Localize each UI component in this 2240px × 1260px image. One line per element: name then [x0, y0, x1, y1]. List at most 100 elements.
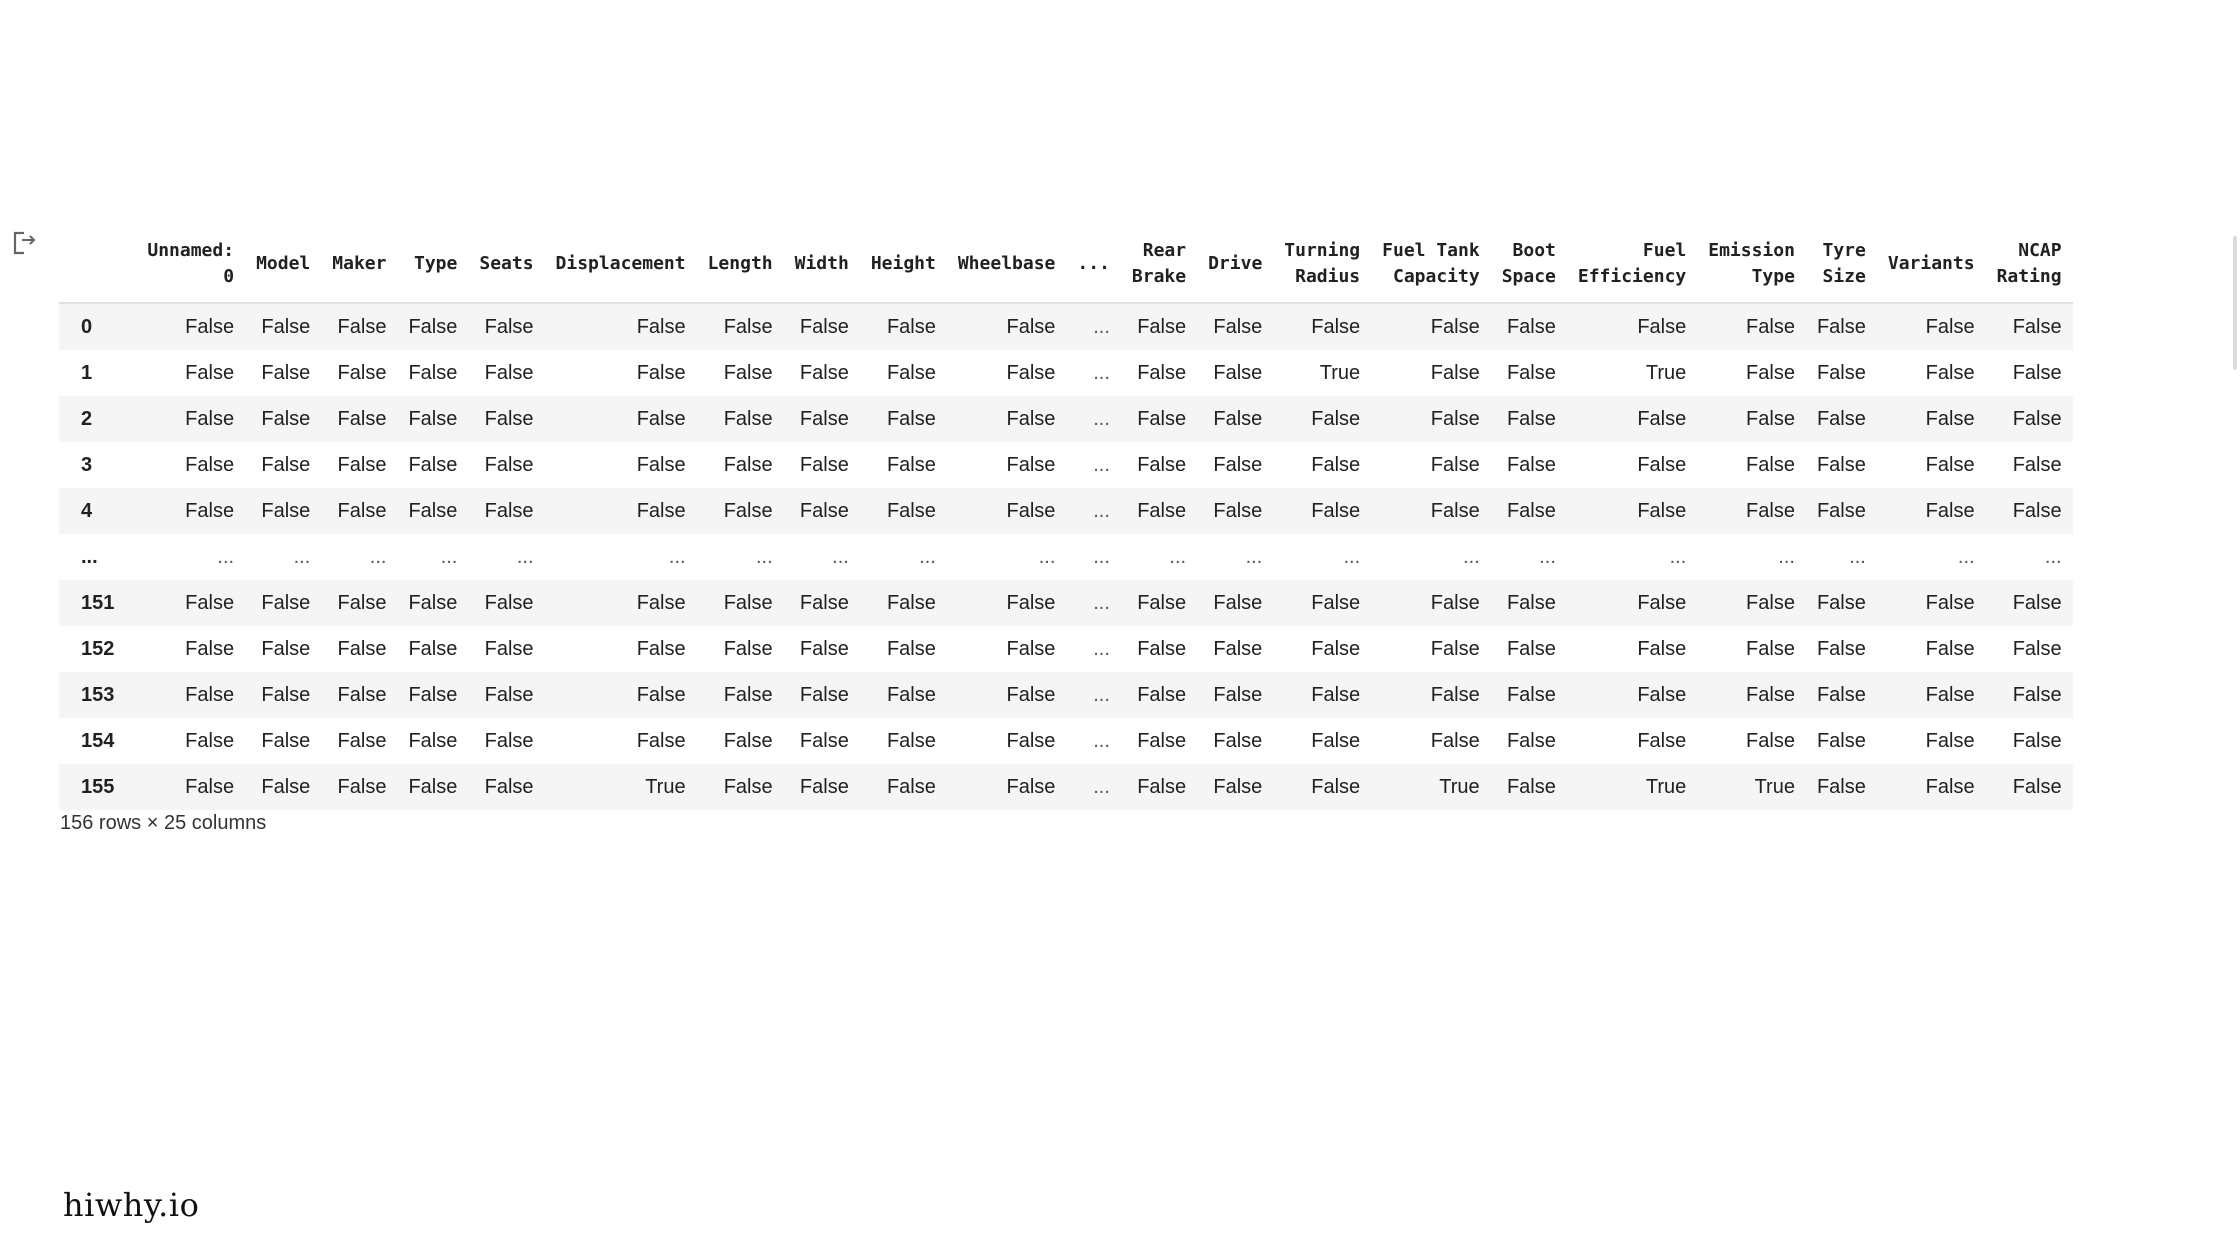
column-header: Model: [245, 232, 322, 304]
table-cell: False: [1637, 454, 1687, 476]
table-cell: ...: [1169, 546, 1187, 568]
table-cell: False: [1311, 454, 1361, 476]
table-cell: False: [799, 592, 849, 614]
table-cell: False: [1213, 592, 1263, 614]
table-cell: False: [723, 638, 773, 660]
table-cell: False: [1637, 316, 1687, 338]
column-header: Rear Brake: [1120, 232, 1198, 304]
column-header: Boot Space: [1490, 232, 1567, 304]
table-cell: ...: [1093, 592, 1110, 614]
column-header: Fuel Efficiency: [1566, 232, 1698, 304]
column-header-label: Wheelbase: [957, 253, 1056, 274]
table-cell: False: [1506, 776, 1556, 798]
table-cell: False: [1506, 316, 1556, 338]
column-header: Height: [859, 232, 947, 304]
column-header: Seats: [468, 232, 545, 304]
column-header-label: Capacity: [1392, 266, 1480, 287]
table-cell: False: [1430, 684, 1480, 706]
column-header-label: Drive: [1208, 253, 1263, 274]
dataframe-table: Unnamed: 0 Model Maker Type Seats Displacement…: [59, 232, 2073, 810]
table-cell: False: [1925, 316, 1975, 338]
table-cell: ...: [1957, 546, 1975, 568]
table-cell: False: [261, 638, 311, 660]
table-row: 2 False False False False False False False Fals…: [59, 396, 2073, 442]
column-header-label: Turning: [1284, 240, 1361, 261]
table-cell: False: [185, 638, 235, 660]
table-cell: False: [484, 500, 534, 522]
table-cell: False: [1311, 592, 1361, 614]
column-header: Unnamed: 0: [136, 232, 246, 304]
table-cell: False: [1137, 454, 1187, 476]
table-cell: False: [261, 592, 311, 614]
horizontal-scrollbar[interactable]: [2233, 236, 2237, 370]
column-header-label: Radius: [1295, 266, 1361, 287]
table-cell: False: [261, 500, 311, 522]
table-cell: False: [1506, 408, 1556, 430]
table-cell: False: [484, 592, 534, 614]
table-cell: False: [1637, 730, 1687, 752]
output-arrow-icon[interactable]: [12, 230, 40, 256]
table-cell: False: [1430, 362, 1480, 384]
column-header-label: Width: [794, 253, 849, 274]
table-cell: False: [1637, 684, 1687, 706]
table-cell: False: [1925, 500, 1975, 522]
column-header: Tyre Size: [1805, 232, 1877, 304]
table-cell: False: [408, 730, 458, 752]
table-cell: False: [2012, 776, 2062, 798]
table-cell: False: [1506, 684, 1556, 706]
table-cell: False: [1006, 684, 1056, 706]
header-row: Unnamed: 0 Model Maker Type Seats Displacement…: [59, 232, 2073, 304]
table-header: Unnamed: 0 Model Maker Type Seats Displacement…: [59, 232, 2073, 304]
table-cell: False: [1816, 638, 1866, 660]
table-cell: ...: [1093, 454, 1110, 476]
table-cell: False: [185, 730, 235, 752]
table-cell: False: [1137, 500, 1187, 522]
table-cell: False: [1213, 730, 1263, 752]
table-cell: ...: [1093, 500, 1110, 522]
column-header-label: Unnamed:: [147, 240, 235, 261]
table-cell: False: [408, 316, 458, 338]
table-cell: ...: [919, 546, 936, 568]
table-cell: False: [1137, 776, 1187, 798]
table-cell: False: [799, 500, 849, 522]
table-cell: False: [1006, 362, 1056, 384]
table-cell: False: [1006, 316, 1056, 338]
table-cell: False: [799, 454, 849, 476]
table-cell: ...: [1245, 546, 1263, 568]
table-cell: False: [1925, 638, 1975, 660]
column-header-label: Fuel Tank: [1382, 240, 1480, 261]
table-cell: False: [799, 362, 849, 384]
table-cell: ...: [1093, 638, 1110, 660]
column-header: Width: [783, 232, 860, 304]
table-cell: False: [636, 408, 686, 430]
table-cell: False: [1311, 500, 1361, 522]
table-cell: ...: [832, 546, 849, 568]
column-header: Wheelbase: [946, 232, 1067, 304]
table-cell: False: [337, 592, 387, 614]
table-cell: False: [408, 684, 458, 706]
table-cell: False: [1137, 408, 1187, 430]
table-cell: False: [886, 408, 936, 430]
table-cell: False: [261, 362, 311, 384]
column-header-label: Emission: [1708, 240, 1795, 261]
table-cell: False: [185, 592, 235, 614]
table-cell: False: [1311, 776, 1361, 798]
table-cell: False: [886, 454, 936, 476]
table-cell: False: [886, 638, 936, 660]
table-cell: False: [723, 362, 773, 384]
column-header-label: Length: [707, 253, 773, 274]
column-header-label: Type: [1751, 266, 1795, 287]
table-cell: False: [1430, 408, 1480, 430]
column-header-label: Model: [256, 253, 311, 274]
table-cell: False: [1637, 408, 1687, 430]
dataframe-shape-summary: 156 rows × 25 columns: [60, 812, 267, 834]
column-header: Type: [397, 232, 469, 304]
table-cell: ...: [755, 546, 773, 568]
table-cell: False: [1816, 408, 1866, 430]
table-cell: False: [337, 730, 387, 752]
table-cell: False: [2012, 408, 2062, 430]
table-cell: False: [1506, 500, 1556, 522]
table-cell: False: [337, 500, 387, 522]
table-cell: False: [1213, 408, 1263, 430]
row-index: 0: [81, 316, 93, 338]
